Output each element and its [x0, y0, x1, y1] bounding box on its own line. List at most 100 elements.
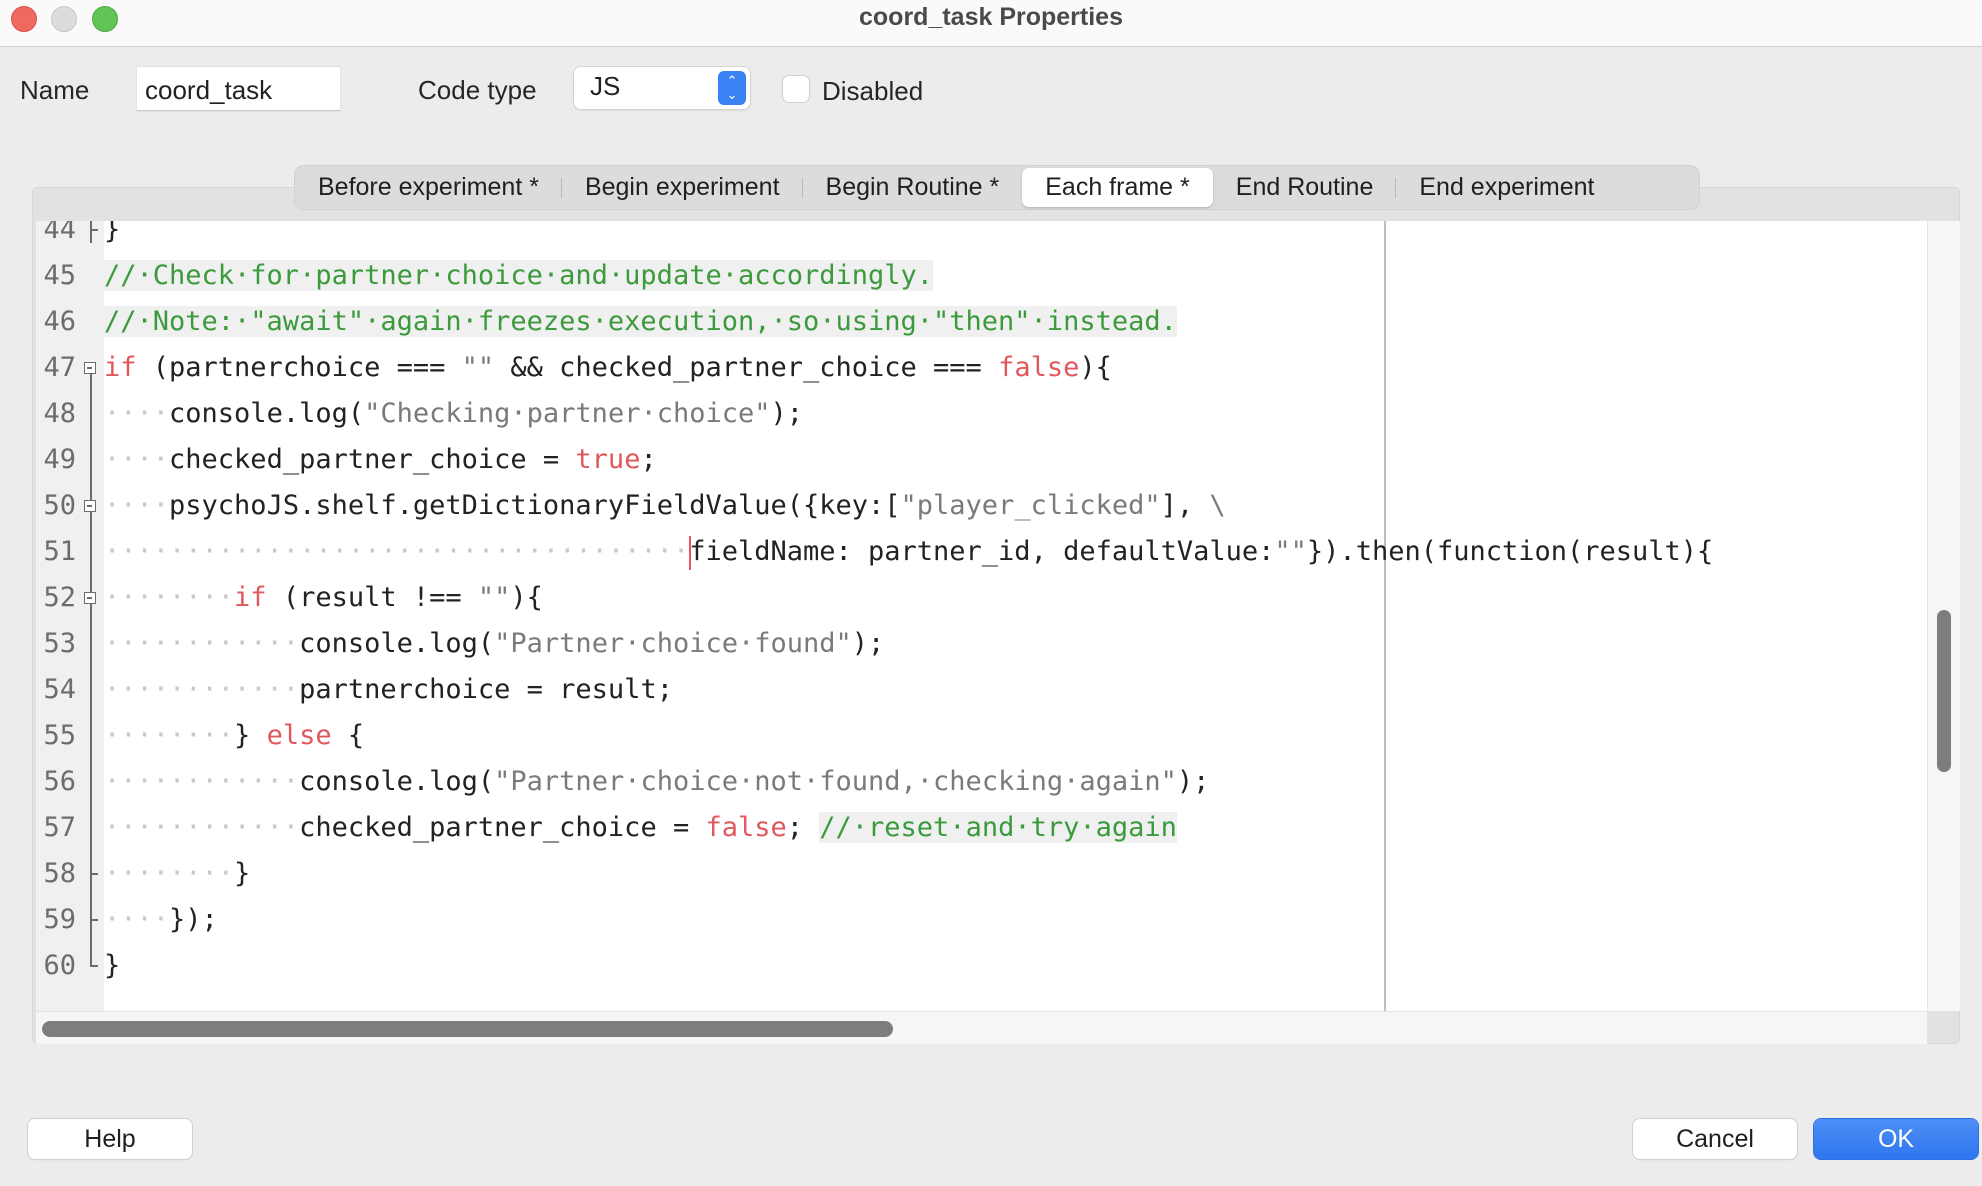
code-type-select[interactable]: JS ⌃ ⌄	[574, 67, 750, 109]
code-token: ){	[510, 582, 543, 613]
name-input[interactable]: coord_task	[137, 67, 340, 111]
string-token: "Checking·partner·choice"	[364, 398, 771, 429]
fold-guide-line	[90, 374, 92, 965]
code-text: ····checked_partner_choice = true;	[104, 437, 657, 483]
code-tabs: Before experiment * Begin experiment Beg…	[295, 166, 1699, 209]
line-number: 58	[43, 858, 76, 889]
line-number: 60	[43, 950, 76, 981]
title-bar: coord_task Properties	[0, 0, 1982, 47]
code-line[interactable]: 57 ············checked_partner_choice = f…	[36, 805, 1927, 851]
vertical-scrollbar[interactable]	[1927, 221, 1960, 1011]
code-token: fieldName: partner_id, defaultValue:	[689, 536, 1275, 567]
code-token: partnerchoice = result;	[299, 674, 673, 705]
indent-whitespace: ········	[104, 582, 235, 613]
code-line[interactable]: 56 ············console.log("Partner·choic…	[36, 759, 1927, 805]
tab-end-experiment[interactable]: End experiment	[1396, 168, 1617, 207]
indent-whitespace: ····	[104, 490, 170, 521]
code-line[interactable]: 44}	[36, 221, 1927, 253]
keyword-token: true	[575, 444, 641, 475]
code-line[interactable]: 50 ····psychoJS.shelf.getDictionaryFieldV…	[36, 483, 1927, 529]
code-token: ;	[640, 444, 657, 475]
code-line[interactable]: 53 ············console.log("Partner·choic…	[36, 621, 1927, 667]
code-line[interactable]: 52 ········if (result !== ""){	[36, 575, 1927, 621]
string-token: "player_clicked"	[900, 490, 1161, 521]
line-number: 50	[43, 490, 76, 521]
code-text: ····console.log("Checking·partner·choice…	[104, 391, 803, 437]
disabled-checkbox[interactable]	[783, 76, 809, 102]
code-line[interactable]: 51 ····································fi…	[36, 529, 1927, 575]
string-token: "Partner·choice·found"	[494, 628, 852, 659]
code-text: //·Check·for·partner·choice·and·update·a…	[104, 253, 934, 299]
code-token: (result !==	[266, 582, 478, 613]
code-token: ){	[1079, 352, 1112, 383]
code-token: console.log(	[299, 766, 495, 797]
tab-begin-routine[interactable]: Begin Routine *	[803, 168, 1023, 207]
code-text: ····································fiel…	[104, 529, 1713, 575]
fold-end-icon	[90, 919, 98, 921]
indent-whitespace: ············	[104, 628, 300, 659]
code-line[interactable]: 55 ········} else {	[36, 713, 1927, 759]
line-number: 54	[43, 674, 76, 705]
code-editor[interactable]: 44} 45 //·Check·for·partner·choice·and·upd…	[36, 221, 1927, 1011]
horizontal-scrollbar[interactable]	[36, 1011, 1927, 1044]
keyword-token: false	[998, 352, 1080, 383]
code-line[interactable]: 59 ····});	[36, 897, 1927, 943]
string-token: ""	[461, 352, 495, 383]
line-number: 51	[43, 536, 76, 567]
code-line[interactable]: 54 ············partnerchoice = result;	[36, 667, 1927, 713]
code-token: ;	[786, 812, 820, 843]
code-type-value: JS	[590, 71, 621, 101]
code-token: }	[104, 221, 121, 245]
code-text: ····});	[104, 897, 218, 943]
keyword-token: if	[104, 352, 137, 383]
help-button[interactable]: Help	[28, 1119, 192, 1159]
tab-before-experiment[interactable]: Before experiment *	[295, 168, 562, 207]
code-text: ············checked_partner_choice = fal…	[104, 805, 1177, 851]
name-label: Name	[20, 75, 90, 105]
string-token: \	[1209, 490, 1226, 521]
code-token: });	[169, 904, 218, 935]
fold-collapse-icon[interactable]	[84, 592, 96, 604]
code-token: );	[1176, 766, 1210, 797]
line-number: 52	[43, 582, 76, 613]
tab-end-routine[interactable]: End Routine	[1213, 168, 1397, 207]
fold-collapse-icon[interactable]	[84, 500, 96, 512]
line-number: 48	[43, 398, 76, 429]
line-number: 47	[43, 352, 76, 383]
code-line[interactable]: 58 ········}	[36, 851, 1927, 897]
fold-collapse-icon[interactable]	[84, 362, 96, 374]
string-token: ""	[477, 582, 511, 613]
keyword-token: if	[234, 582, 267, 613]
code-line[interactable]: 45 //·Check·for·partner·choice·and·update…	[36, 253, 1927, 299]
fold-end-icon	[90, 229, 98, 231]
code-text: ····psychoJS.shelf.getDictionaryFieldVal…	[104, 483, 1226, 529]
code-token: );	[851, 628, 885, 659]
code-line[interactable]: 60}	[36, 943, 1927, 989]
code-text: ············console.log("Partner·choice·…	[104, 621, 884, 667]
code-token: ],	[1160, 490, 1210, 521]
disabled-label[interactable]: Disabled	[822, 76, 923, 107]
cancel-button[interactable]: Cancel	[1633, 1119, 1797, 1159]
keyword-token: false	[705, 812, 787, 843]
indent-whitespace: ············	[104, 766, 300, 797]
code-line[interactable]: 49 ····checked_partner_choice = true;	[36, 437, 1927, 483]
tab-begin-experiment[interactable]: Begin experiment	[562, 168, 803, 207]
vertical-scroll-thumb[interactable]	[1937, 610, 1951, 772]
ok-button[interactable]: OK	[1814, 1119, 1978, 1159]
code-text: ········} else {	[104, 713, 364, 759]
indent-whitespace: ····	[104, 444, 170, 475]
code-token: && checked_partner_choice ===	[494, 352, 999, 383]
comment-token: //·Check·for·partner·choice·and·update·a…	[104, 260, 934, 291]
indent-whitespace: ········	[104, 720, 235, 751]
code-line[interactable]: 48 ····console.log("Checking·partner·choi…	[36, 391, 1927, 437]
line-number: 46	[43, 306, 76, 337]
code-line[interactable]: 46 //·Note:·"await"·again·freezes·executi…	[36, 299, 1927, 345]
code-line[interactable]: 47 if (partnerchoice === "" && checked_pa…	[36, 345, 1927, 391]
tab-each-frame[interactable]: Each frame *	[1022, 168, 1213, 207]
code-text: if (partnerchoice === "" && checked_part…	[104, 345, 1112, 391]
fold-end-icon	[90, 873, 98, 875]
horizontal-scroll-thumb[interactable]	[42, 1021, 893, 1037]
code-text: //·Note:·"await"·again·freezes·execution…	[104, 299, 1177, 345]
code-token: }	[234, 858, 251, 889]
indent-whitespace: ····	[104, 398, 170, 429]
